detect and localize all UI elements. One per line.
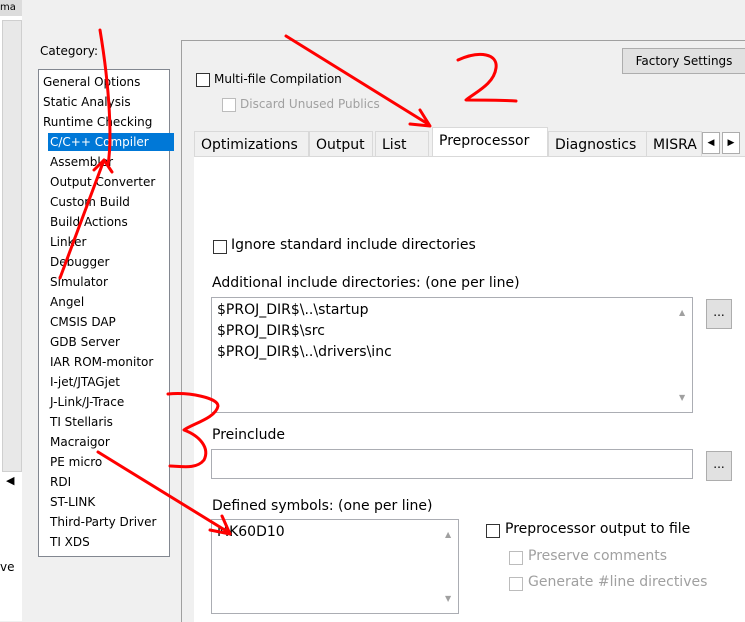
multi-file-checkbox[interactable] xyxy=(196,73,210,87)
include-dirs-label: Additional include directories: (one per… xyxy=(212,275,520,291)
preprocessor-output-checkbox[interactable] xyxy=(486,524,500,538)
include-dir-line: $PROJ_DIR$\..\startup xyxy=(217,302,369,318)
tab-misra[interactable]: MISRA xyxy=(646,131,702,158)
category-item[interactable]: Output Converter xyxy=(48,173,157,191)
category-item[interactable]: Debugger xyxy=(48,253,111,271)
preserve-comments-label: Preserve comments xyxy=(528,548,668,564)
defined-symbols-textarea[interactable]: MK60D10 ▲ ▼ xyxy=(211,519,459,614)
category-item[interactable]: Build Actions xyxy=(48,213,130,231)
background-text-fragment: ve xyxy=(0,560,15,574)
preinclude-browse-button[interactable]: ... xyxy=(706,451,732,481)
include-dirs-browse-button[interactable]: ... xyxy=(706,299,732,329)
category-item[interactable]: I-jet/JTAGjet xyxy=(48,373,122,391)
category-item[interactable]: Linker xyxy=(48,233,88,251)
scroll-up-icon[interactable]: ▲ xyxy=(445,524,451,545)
category-list[interactable]: General Options Static Analysis Runtime Ch… xyxy=(38,69,174,557)
tab-preprocessor[interactable]: Preprocessor xyxy=(432,127,548,158)
include-dirs-textarea[interactable]: $PROJ_DIR$\..\startup $PROJ_DIR$\src $PR… xyxy=(211,297,693,413)
category-item[interactable]: General Options xyxy=(41,73,142,91)
multi-file-label: Multi-file Compilation xyxy=(214,72,342,86)
background-window: ma ◀ ve xyxy=(0,0,23,621)
category-item[interactable]: CMSIS DAP xyxy=(48,313,118,331)
tab-output[interactable]: Output xyxy=(309,131,373,158)
category-item[interactable]: TI XDS xyxy=(48,533,92,551)
category-item[interactable]: ST-LINK xyxy=(48,493,97,511)
tab-diagnostics[interactable]: Diagnostics xyxy=(548,131,648,158)
scroll-left-icon[interactable]: ◀ xyxy=(6,474,14,487)
category-item[interactable]: GDB Server xyxy=(48,333,122,351)
tab-optimizations[interactable]: Optimizations xyxy=(194,131,309,158)
category-item[interactable]: J-Link/J-Trace xyxy=(48,393,126,411)
category-item[interactable]: RDI xyxy=(48,473,73,491)
category-item[interactable]: Static Analysis xyxy=(41,93,133,111)
category-item[interactable]: Macraigor xyxy=(48,433,112,451)
tab-bar: Optimizations Output List Preprocessor D… xyxy=(194,127,745,158)
category-label: Category: xyxy=(40,44,98,58)
background-scrollbar[interactable] xyxy=(2,20,22,472)
preinclude-label: Preinclude xyxy=(212,427,285,443)
scroll-down-icon[interactable]: ▼ xyxy=(679,387,685,408)
category-item[interactable]: TI Stellaris xyxy=(48,413,115,431)
category-item[interactable]: PE micro xyxy=(48,453,104,471)
preprocessor-output-label: Preprocessor output to file xyxy=(505,521,691,537)
preserve-comments-checkbox[interactable] xyxy=(509,551,523,565)
include-dirs-scrollbar[interactable]: ▲ ▼ xyxy=(675,298,692,412)
defined-symbols-label: Defined symbols: (one per line) xyxy=(212,498,433,514)
category-item[interactable]: Assembler xyxy=(48,153,115,171)
discard-unused-label: Discard Unused Publics xyxy=(240,97,380,111)
category-item[interactable]: C/C++ Compiler xyxy=(48,133,174,151)
category-item[interactable]: Runtime Checking xyxy=(41,113,154,131)
category-item[interactable]: IAR ROM-monitor xyxy=(48,353,155,371)
ignore-std-checkbox[interactable] xyxy=(213,240,227,254)
ignore-std-label: Ignore standard include directories xyxy=(231,237,476,253)
defined-symbol-line: MK60D10 xyxy=(217,524,285,540)
preinclude-input[interactable] xyxy=(211,449,693,479)
category-item[interactable]: Custom Build xyxy=(48,193,132,211)
scroll-down-icon[interactable]: ▼ xyxy=(445,588,451,609)
discard-unused-checkbox[interactable] xyxy=(222,98,236,112)
defined-symbols-scrollbar[interactable]: ▲ ▼ xyxy=(441,520,458,613)
background-window-title: ma xyxy=(0,0,22,16)
include-dir-line: $PROJ_DIR$\src xyxy=(217,323,325,339)
factory-settings-button[interactable]: Factory Settings xyxy=(622,48,745,74)
category-item[interactable]: Third-Party Driver xyxy=(48,513,158,531)
include-dir-line: $PROJ_DIR$\..\drivers\inc xyxy=(217,344,392,360)
generate-line-checkbox[interactable] xyxy=(509,577,523,591)
category-item[interactable]: Simulator xyxy=(48,273,110,291)
tab-scroll-right-icon[interactable]: ▶ xyxy=(722,132,740,154)
generate-line-label: Generate #line directives xyxy=(528,574,708,590)
scroll-up-icon[interactable]: ▲ xyxy=(679,302,685,323)
category-item[interactable]: Angel xyxy=(48,293,86,311)
tab-scroll-left-icon[interactable]: ◀ xyxy=(702,132,720,154)
tab-list[interactable]: List xyxy=(375,131,429,158)
